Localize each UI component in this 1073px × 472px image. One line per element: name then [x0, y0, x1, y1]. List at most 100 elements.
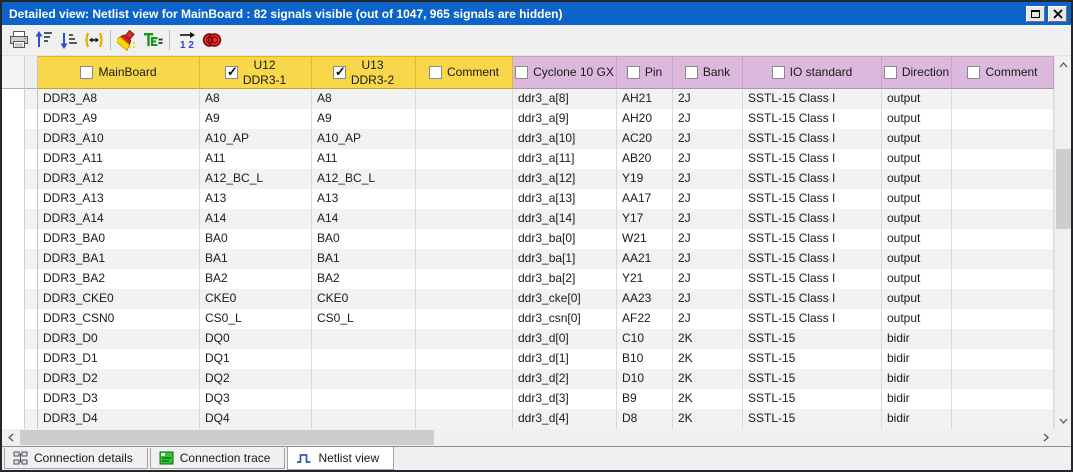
table-cell[interactable]: BA2 [312, 269, 416, 289]
table-cell[interactable]: A11 [200, 149, 312, 169]
table-cell[interactable]: ddr3_a[8] [513, 89, 617, 109]
table-cell[interactable]: DDR3_CSN0 [38, 309, 200, 329]
table-cell[interactable]: 2K [673, 409, 743, 429]
row-selector[interactable] [25, 169, 38, 189]
maximize-button[interactable] [1026, 6, 1045, 22]
table-cell[interactable] [952, 409, 1054, 429]
table-cell[interactable]: DDR3_D2 [38, 369, 200, 389]
table-cell[interactable]: 2J [673, 209, 743, 229]
table-cell[interactable] [416, 409, 513, 429]
table-cell[interactable] [952, 289, 1054, 309]
table-cell[interactable]: 2K [673, 389, 743, 409]
table-cell[interactable] [952, 349, 1054, 369]
table-cell[interactable]: SSTL-15 [743, 369, 882, 389]
table-cell[interactable]: CS0_L [200, 309, 312, 329]
column-checkbox-u13[interactable] [333, 66, 346, 79]
move-to-top-button[interactable] [31, 28, 56, 53]
table-cell[interactable]: ddr3_csn[0] [513, 309, 617, 329]
table-cell[interactable]: output [882, 309, 952, 329]
red-rings-button[interactable] [199, 28, 224, 53]
table-cell[interactable]: 2K [673, 329, 743, 349]
fit-column-width-button[interactable] [81, 28, 106, 53]
table-cell[interactable] [312, 409, 416, 429]
table-cell[interactable]: SSTL-15 Class I [743, 269, 882, 289]
scroll-right-button[interactable] [1037, 429, 1054, 446]
row-selector[interactable] [25, 229, 38, 249]
table-cell[interactable]: SSTL-15 Class I [743, 229, 882, 249]
table-cell[interactable]: bidir [882, 329, 952, 349]
table-cell[interactable]: CKE0 [200, 289, 312, 309]
table-cell[interactable]: SSTL-15 Class I [743, 249, 882, 269]
row-selector[interactable] [25, 149, 38, 169]
row-selector[interactable] [25, 309, 38, 329]
table-cell[interactable]: output [882, 169, 952, 189]
row-selector[interactable] [25, 209, 38, 229]
table-cell[interactable]: BA0 [200, 229, 312, 249]
table-cell[interactable]: W21 [617, 229, 673, 249]
table-cell[interactable] [416, 109, 513, 129]
table-cell[interactable]: A14 [312, 209, 416, 229]
table-cell[interactable] [416, 269, 513, 289]
table-cell[interactable]: SSTL-15 Class I [743, 169, 882, 189]
table-cell[interactable]: bidir [882, 349, 952, 369]
column-checkbox-comment1[interactable] [429, 66, 442, 79]
tab-connection-details[interactable]: Connection details [4, 448, 148, 469]
table-cell[interactable]: BA1 [312, 249, 416, 269]
table-cell[interactable]: SSTL-15 [743, 389, 882, 409]
column-header-cyclone[interactable]: Cyclone 10 GX [513, 56, 617, 89]
table-cell[interactable]: DDR3_A8 [38, 89, 200, 109]
table-cell[interactable] [416, 329, 513, 349]
renumber-button[interactable]: 1 2 [174, 28, 199, 53]
row-selector[interactable] [25, 129, 38, 149]
table-cell[interactable]: SSTL-15 [743, 349, 882, 369]
table-row[interactable]: DDR3_A12A12_BC_LA12_BC_Lddr3_a[12]Y192JS… [2, 169, 1054, 189]
table-cell[interactable]: 2K [673, 349, 743, 369]
table-cell[interactable]: 2J [673, 149, 743, 169]
row-selector[interactable] [25, 249, 38, 269]
table-cell[interactable] [312, 329, 416, 349]
table-cell[interactable]: bidir [882, 409, 952, 429]
table-cell[interactable] [952, 149, 1054, 169]
table-cell[interactable]: ddr3_ba[1] [513, 249, 617, 269]
table-cell[interactable] [416, 149, 513, 169]
table-row[interactable]: DDR3_BA2BA2BA2ddr3_ba[2]Y212JSSTL-15 Cla… [2, 269, 1054, 289]
table-cell[interactable]: AF22 [617, 309, 673, 329]
table-cell[interactable]: DQ2 [200, 369, 312, 389]
table-cell[interactable]: output [882, 209, 952, 229]
column-checkbox-pin[interactable] [627, 66, 640, 79]
table-row[interactable]: DDR3_CKE0CKE0CKE0ddr3_cke[0]AA232JSSTL-1… [2, 289, 1054, 309]
table-cell[interactable] [952, 269, 1054, 289]
table-cell[interactable]: ddr3_d[4] [513, 409, 617, 429]
table-cell[interactable]: A8 [312, 89, 416, 109]
table-cell[interactable]: SSTL-15 Class I [743, 129, 882, 149]
table-cell[interactable]: DDR3_A14 [38, 209, 200, 229]
column-header-u13[interactable]: U13DDR3-2 [312, 56, 416, 89]
table-cell[interactable]: 2J [673, 249, 743, 269]
table-row[interactable]: DDR3_D1DQ1ddr3_d[1]B102KSSTL-15bidir [2, 349, 1054, 369]
table-cell[interactable]: SSTL-15 Class I [743, 289, 882, 309]
table-cell[interactable]: DQ4 [200, 409, 312, 429]
table-cell[interactable]: 2J [673, 229, 743, 249]
table-row[interactable]: DDR3_BA1BA1BA1ddr3_ba[1]AA212JSSTL-15 Cl… [2, 249, 1054, 269]
table-cell[interactable]: DDR3_A10 [38, 129, 200, 149]
table-cell[interactable]: BA0 [312, 229, 416, 249]
table-cell[interactable]: A14 [200, 209, 312, 229]
table-cell[interactable]: ddr3_a[10] [513, 129, 617, 149]
table-cell[interactable]: SSTL-15 [743, 329, 882, 349]
table-cell[interactable]: DDR3_BA0 [38, 229, 200, 249]
row-selector[interactable] [25, 369, 38, 389]
table-cell[interactable]: output [882, 229, 952, 249]
table-cell[interactable] [416, 289, 513, 309]
table-cell[interactable]: SSTL-15 [743, 409, 882, 429]
table-cell[interactable]: SSTL-15 Class I [743, 309, 882, 329]
table-cell[interactable]: D8 [617, 409, 673, 429]
column-checkbox-bank[interactable] [685, 66, 698, 79]
table-cell[interactable]: ddr3_a[12] [513, 169, 617, 189]
table-cell[interactable] [952, 369, 1054, 389]
vertical-scrollbar[interactable] [1054, 56, 1071, 429]
row-selector[interactable] [25, 329, 38, 349]
table-cell[interactable]: AA21 [617, 249, 673, 269]
column-header-iostandard[interactable]: IO standard [743, 56, 882, 89]
table-row[interactable]: DDR3_A8A8A8ddr3_a[8]AH212JSSTL-15 Class … [2, 89, 1054, 109]
vertical-scroll-thumb[interactable] [1056, 149, 1071, 229]
